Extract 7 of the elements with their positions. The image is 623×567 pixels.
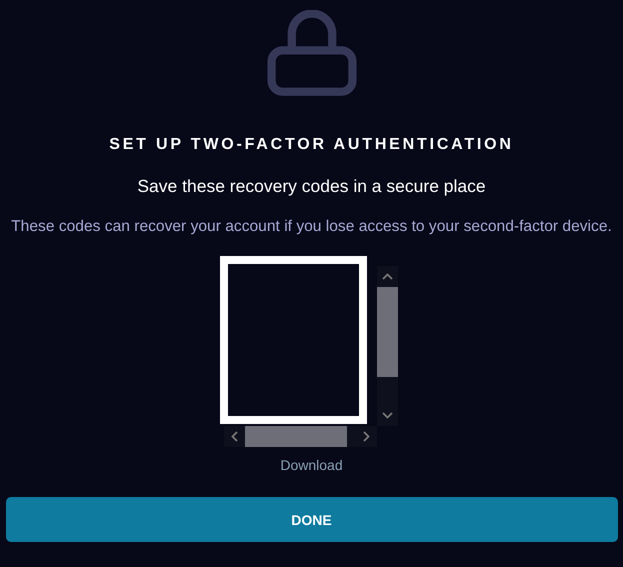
vertical-scrollbar[interactable] [377,266,398,426]
download-link[interactable]: Download [280,457,343,473]
page-title: SET UP TWO-FACTOR AUTHENTICATION [109,135,514,155]
subtitle: Save these recovery codes in a secure place [137,175,486,197]
description: These codes can recover your account if you lose access to your second-factor device. [11,217,612,237]
done-button[interactable]: DONE [6,497,618,542]
horizontal-scrollbar[interactable] [224,426,377,447]
